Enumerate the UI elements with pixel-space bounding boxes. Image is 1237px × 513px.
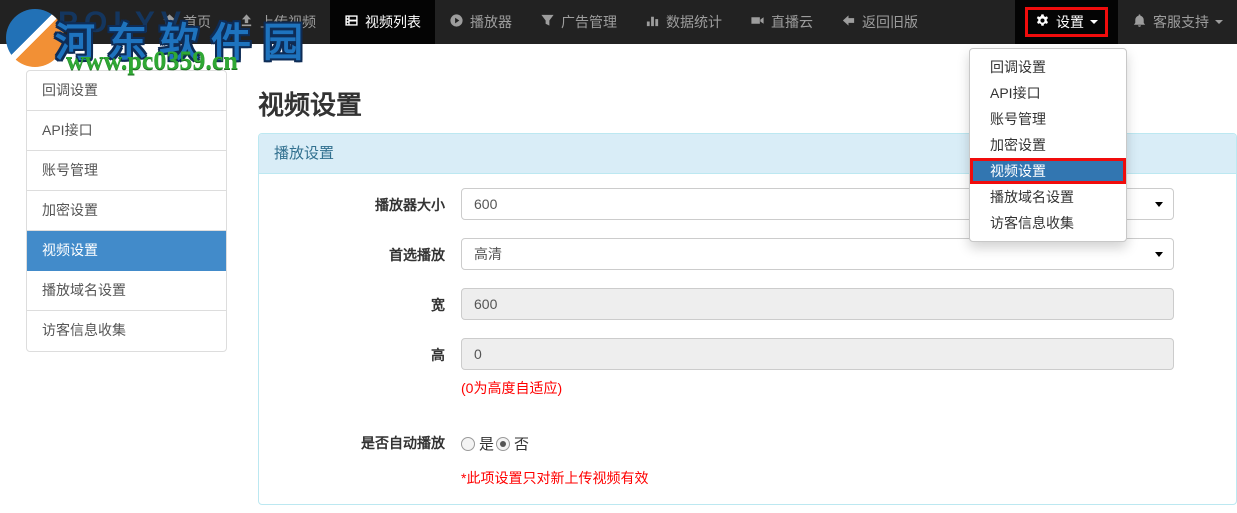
select-caret-icon: [1155, 252, 1163, 257]
sidebar-item-playback-domain-settings[interactable]: 播放域名设置: [27, 271, 226, 311]
gear-icon: [1035, 13, 1050, 31]
sidebar-item-video-settings[interactable]: 视频设置: [27, 231, 226, 271]
nav-item-label: 视频列表: [365, 14, 421, 30]
settings-sidebar: 回调设置 API接口 账号管理 加密设置 视频设置 播放域名设置 访客信息收集: [26, 70, 227, 352]
dropdown-item-api[interactable]: API接口: [970, 80, 1126, 106]
nav-item-label: 返回旧版: [862, 14, 918, 30]
nav-item-return-old-version[interactable]: 返回旧版: [827, 0, 932, 44]
film-icon: [344, 13, 359, 31]
preferred-quality-value: 高清: [474, 246, 502, 262]
chevron-down-icon: [1090, 20, 1098, 24]
height-help-text: (0为高度自适应): [461, 380, 563, 396]
select-caret-icon: [1155, 202, 1163, 207]
sidebar-item-encryption-settings[interactable]: 加密设置: [27, 191, 226, 231]
funnel-icon: [540, 13, 555, 31]
width-label: 宽: [431, 297, 445, 313]
preferred-quality-label: 首选播放: [389, 247, 445, 263]
support-label: 客服支持: [1153, 14, 1209, 30]
dropdown-item-callback-settings[interactable]: 回调设置: [970, 54, 1126, 80]
nav-item-live-cloud[interactable]: 直播云: [736, 0, 827, 44]
arrow-left-icon: [841, 13, 856, 31]
dropdown-item-account-management[interactable]: 账号管理: [970, 106, 1126, 132]
bar-chart-icon: [645, 13, 660, 31]
form-row-autoplay: 是否自动播放 是 否 *此项设置只对新上传视频有效: [259, 426, 1174, 488]
autoplay-yes-label: 是: [479, 436, 495, 453]
autoplay-no-radio[interactable]: [496, 436, 511, 451]
dropdown-item-encryption-settings[interactable]: 加密设置: [970, 132, 1126, 158]
form-row-preferred-quality: 首选播放 高清: [259, 238, 1174, 270]
nav-item-settings: 设置: [1015, 0, 1118, 44]
sidebar-item-visitor-info-collection[interactable]: 访客信息收集: [27, 311, 226, 351]
autoplay-note-text: *此项设置只对新上传视频有效: [461, 470, 649, 486]
player-size-value: 600: [474, 196, 498, 212]
dropdown-item-visitor-info-collection[interactable]: 访客信息收集: [970, 210, 1126, 236]
chevron-down-icon: [1215, 20, 1223, 24]
dropdown-item-video-settings[interactable]: 视频设置: [970, 158, 1126, 184]
height-label: 高: [431, 347, 445, 363]
bell-icon: [1132, 13, 1147, 31]
sidebar-item-callback-settings[interactable]: 回调设置: [27, 71, 226, 111]
player-size-label: 播放器大小: [375, 197, 445, 213]
watermark-site-url: www.pc0359.cn: [66, 46, 238, 75]
autoplay-no-label: 否: [514, 436, 530, 453]
play-circle-icon: [449, 13, 464, 31]
nav-item-video-list[interactable]: 视频列表: [330, 0, 435, 44]
autoplay-label: 是否自动播放: [361, 435, 445, 451]
nav-item-support[interactable]: 客服支持: [1118, 0, 1237, 44]
settings-button[interactable]: 设置: [1025, 7, 1108, 37]
sidebar-item-account-management[interactable]: 账号管理: [27, 151, 226, 191]
nav-item-label: 直播云: [771, 14, 813, 30]
nav-item-statistics[interactable]: 数据统计: [631, 0, 736, 44]
preferred-quality-select[interactable]: 高清: [461, 238, 1174, 270]
page-title: 视频设置: [258, 90, 363, 120]
nav-item-label: 播放器: [470, 14, 512, 30]
width-input: [461, 288, 1174, 320]
camera-icon: [750, 13, 765, 31]
dropdown-item-playback-domain-settings[interactable]: 播放域名设置: [970, 184, 1126, 210]
height-input: [461, 338, 1174, 370]
nav-item-ad-management[interactable]: 广告管理: [526, 0, 631, 44]
form-row-width: 宽: [259, 288, 1174, 320]
settings-dropdown-menu: 回调设置 API接口 账号管理 加密设置 视频设置 播放域名设置 访客信息收集: [969, 48, 1127, 242]
nav-item-label: 数据统计: [666, 14, 722, 30]
nav-item-player[interactable]: 播放器: [435, 0, 526, 44]
sidebar-item-api[interactable]: API接口: [27, 111, 226, 151]
form-row-height: 高 (0为高度自适应): [259, 338, 1174, 398]
nav-right: 设置 客服支持: [1015, 0, 1237, 44]
settings-label: 设置: [1056, 14, 1084, 30]
autoplay-radio-group: 是 否: [461, 426, 1174, 454]
nav-item-label: 广告管理: [561, 14, 617, 30]
autoplay-yes-radio[interactable]: [461, 436, 475, 451]
